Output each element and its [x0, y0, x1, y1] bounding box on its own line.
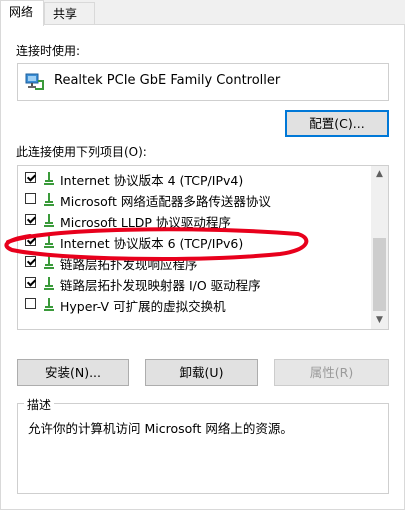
tab-sharing-label: 共享 — [53, 7, 78, 21]
protocol-icon — [44, 235, 54, 248]
item-checkbox[interactable] — [25, 172, 36, 183]
protocol-icon — [44, 172, 54, 185]
scroll-thumb[interactable] — [373, 238, 386, 311]
properties-button[interactable]: 属性(R) — [274, 359, 389, 386]
item-checkbox[interactable] — [25, 298, 36, 309]
adapter-name: Realtek PCIe GbE Family Controller — [54, 73, 281, 88]
protocol-icon — [44, 298, 54, 311]
uninstall-button[interactable]: 卸载(U) — [145, 359, 258, 386]
protocol-icon — [44, 256, 54, 269]
description-group — [17, 403, 389, 494]
items-list[interactable]: Internet 协议版本 4 (TCP/IPv4) Microsoft 网络适… — [17, 165, 389, 330]
item-label: Internet 协议版本 6 (TCP/IPv6) — [60, 236, 244, 251]
scroll-down-icon[interactable]: ▼ — [371, 312, 388, 329]
item-label: 链路层拓扑发现响应程序 — [60, 257, 198, 272]
configure-button[interactable]: 配置(C)... — [285, 110, 389, 137]
item-checkbox[interactable] — [25, 256, 36, 267]
item-label: Microsoft LLDP 协议驱动程序 — [60, 215, 231, 230]
list-item[interactable]: 链路层拓扑发现映射器 I/O 驱动程序 — [18, 273, 373, 294]
list-item[interactable]: 链路层拓扑发现响应程序 — [18, 252, 373, 273]
list-item[interactable]: Internet 协议版本 6 (TCP/IPv6) — [18, 231, 373, 252]
scroll-up-icon[interactable]: ▲ — [371, 166, 388, 183]
connect-using-label: 连接时使用: — [16, 44, 81, 58]
list-item[interactable]: Internet 协议版本 4 (TCP/IPv4) — [18, 168, 373, 189]
tab-sharing[interactable]: 共享 — [44, 2, 95, 24]
description-text: 允许你的计算机访问 Microsoft 网络上的资源。 — [28, 421, 293, 436]
list-item[interactable]: Hyper-V 可扩展的虚拟交换机 — [18, 294, 373, 315]
item-label: Internet 协议版本 4 (TCP/IPv4) — [60, 173, 244, 188]
item-checkbox[interactable] — [25, 235, 36, 246]
item-label: Hyper-V 可扩展的虚拟交换机 — [60, 299, 226, 314]
vertical-scrollbar[interactable]: ▲ ▼ — [371, 166, 388, 329]
items-label: 此连接使用下列项目(O): — [16, 145, 147, 159]
tab-network-label: 网络 — [9, 5, 34, 19]
description-title: 描述 — [24, 396, 55, 413]
network-adapter-icon — [25, 73, 44, 90]
list-item[interactable]: Microsoft 网络适配器多路传送器协议 — [18, 189, 373, 210]
protocol-icon — [44, 277, 54, 290]
list-item[interactable]: Microsoft LLDP 协议驱动程序 — [18, 210, 373, 231]
item-checkbox[interactable] — [25, 277, 36, 288]
protocol-icon — [44, 214, 54, 227]
install-button[interactable]: 安装(N)... — [17, 359, 129, 386]
tab-network[interactable]: 网络 — [0, 0, 44, 26]
adapter-box: Realtek PCIe GbE Family Controller — [17, 63, 389, 101]
item-checkbox[interactable] — [25, 214, 36, 225]
item-label: Microsoft 网络适配器多路传送器协议 — [60, 194, 271, 209]
item-checkbox[interactable] — [25, 193, 36, 204]
protocol-icon — [44, 193, 54, 206]
item-label: 链路层拓扑发现映射器 I/O 驱动程序 — [60, 278, 261, 293]
